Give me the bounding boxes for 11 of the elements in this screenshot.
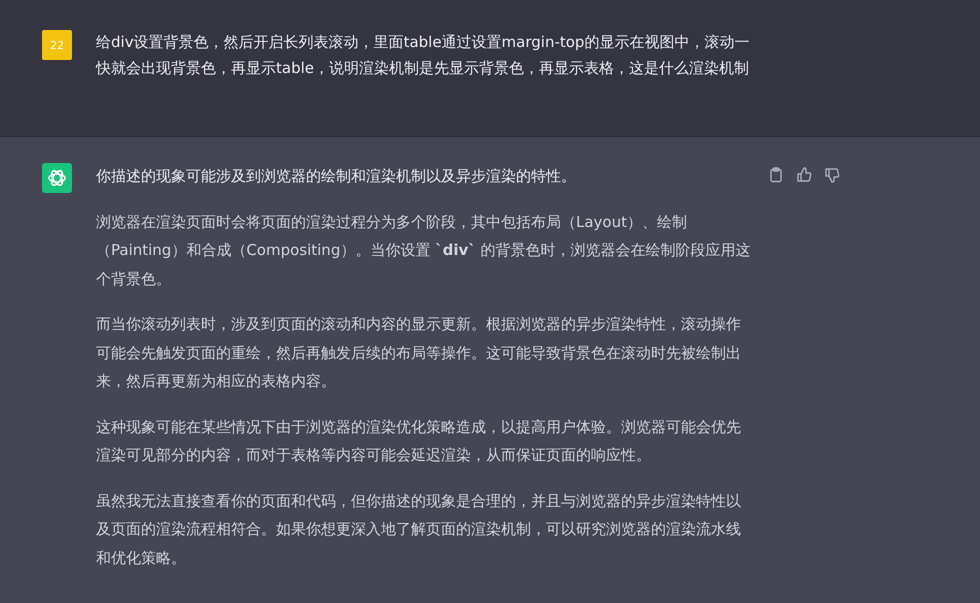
assistant-paragraph: 浏览器在渲染页面时会将页面的渲染过程分为多个阶段，其中包括布局（Layout）、绘制（Painting）和合成（Compositing）。当你设置 `div` 的背景色时，浏览器会在绘制阶段应用这个背景色。 bbox=[96, 212, 751, 290]
user-avatar: 22 bbox=[42, 30, 72, 60]
assistant-paragraph: 你描述的现象可能涉及到浏览器的绘制和渲染机制以及异步渲染的特性。 bbox=[96, 166, 577, 187]
assistant-paragraph: 而当你滚动列表时，涉及到页面的滚动和内容的显示更新。根据浏览器的异步渲染特性，滚动操作可能会先触发页面的重绘，然后再触发后续的布局等操作。这可能导致背景色在滚动时先被绘制出来，然后再更新为相应的表格内容。 bbox=[96, 314, 742, 392]
thumbs-down-icon[interactable] bbox=[824, 167, 840, 183]
thumbs-up-icon[interactable] bbox=[796, 167, 812, 183]
assistant-logo-icon bbox=[42, 163, 72, 193]
copy-icon[interactable] bbox=[768, 167, 784, 183]
user-message-text: 给div设置背景色，然后开启长列表滚动，里面table通过设置margin-top的显示在视图中，滚动一快就会出现背景色，再显示table，说明渲染机制是先显示背景色，再显示表格，这是什么渲染机制 bbox=[96, 32, 750, 79]
assistant-paragraph: 虽然我无法直接查看你的页面和代码，但你描述的现象是合理的，并且与浏览器的异步渲染特性以及页面的渲染流程相符合。如果你想更深入地了解页面的渲染机制，可以研究浏览器的渲染流水线和优化策略。 bbox=[96, 490, 742, 568]
assistant-paragraph: 这种现象可能在某些情况下由于浏览器的渲染优化策略造成，以提高用户体验。浏览器可能会优先渲染可见部分的内容，而对于表格等内容可能会延迟渲染，从而保证页面的响应性。 bbox=[96, 416, 742, 466]
